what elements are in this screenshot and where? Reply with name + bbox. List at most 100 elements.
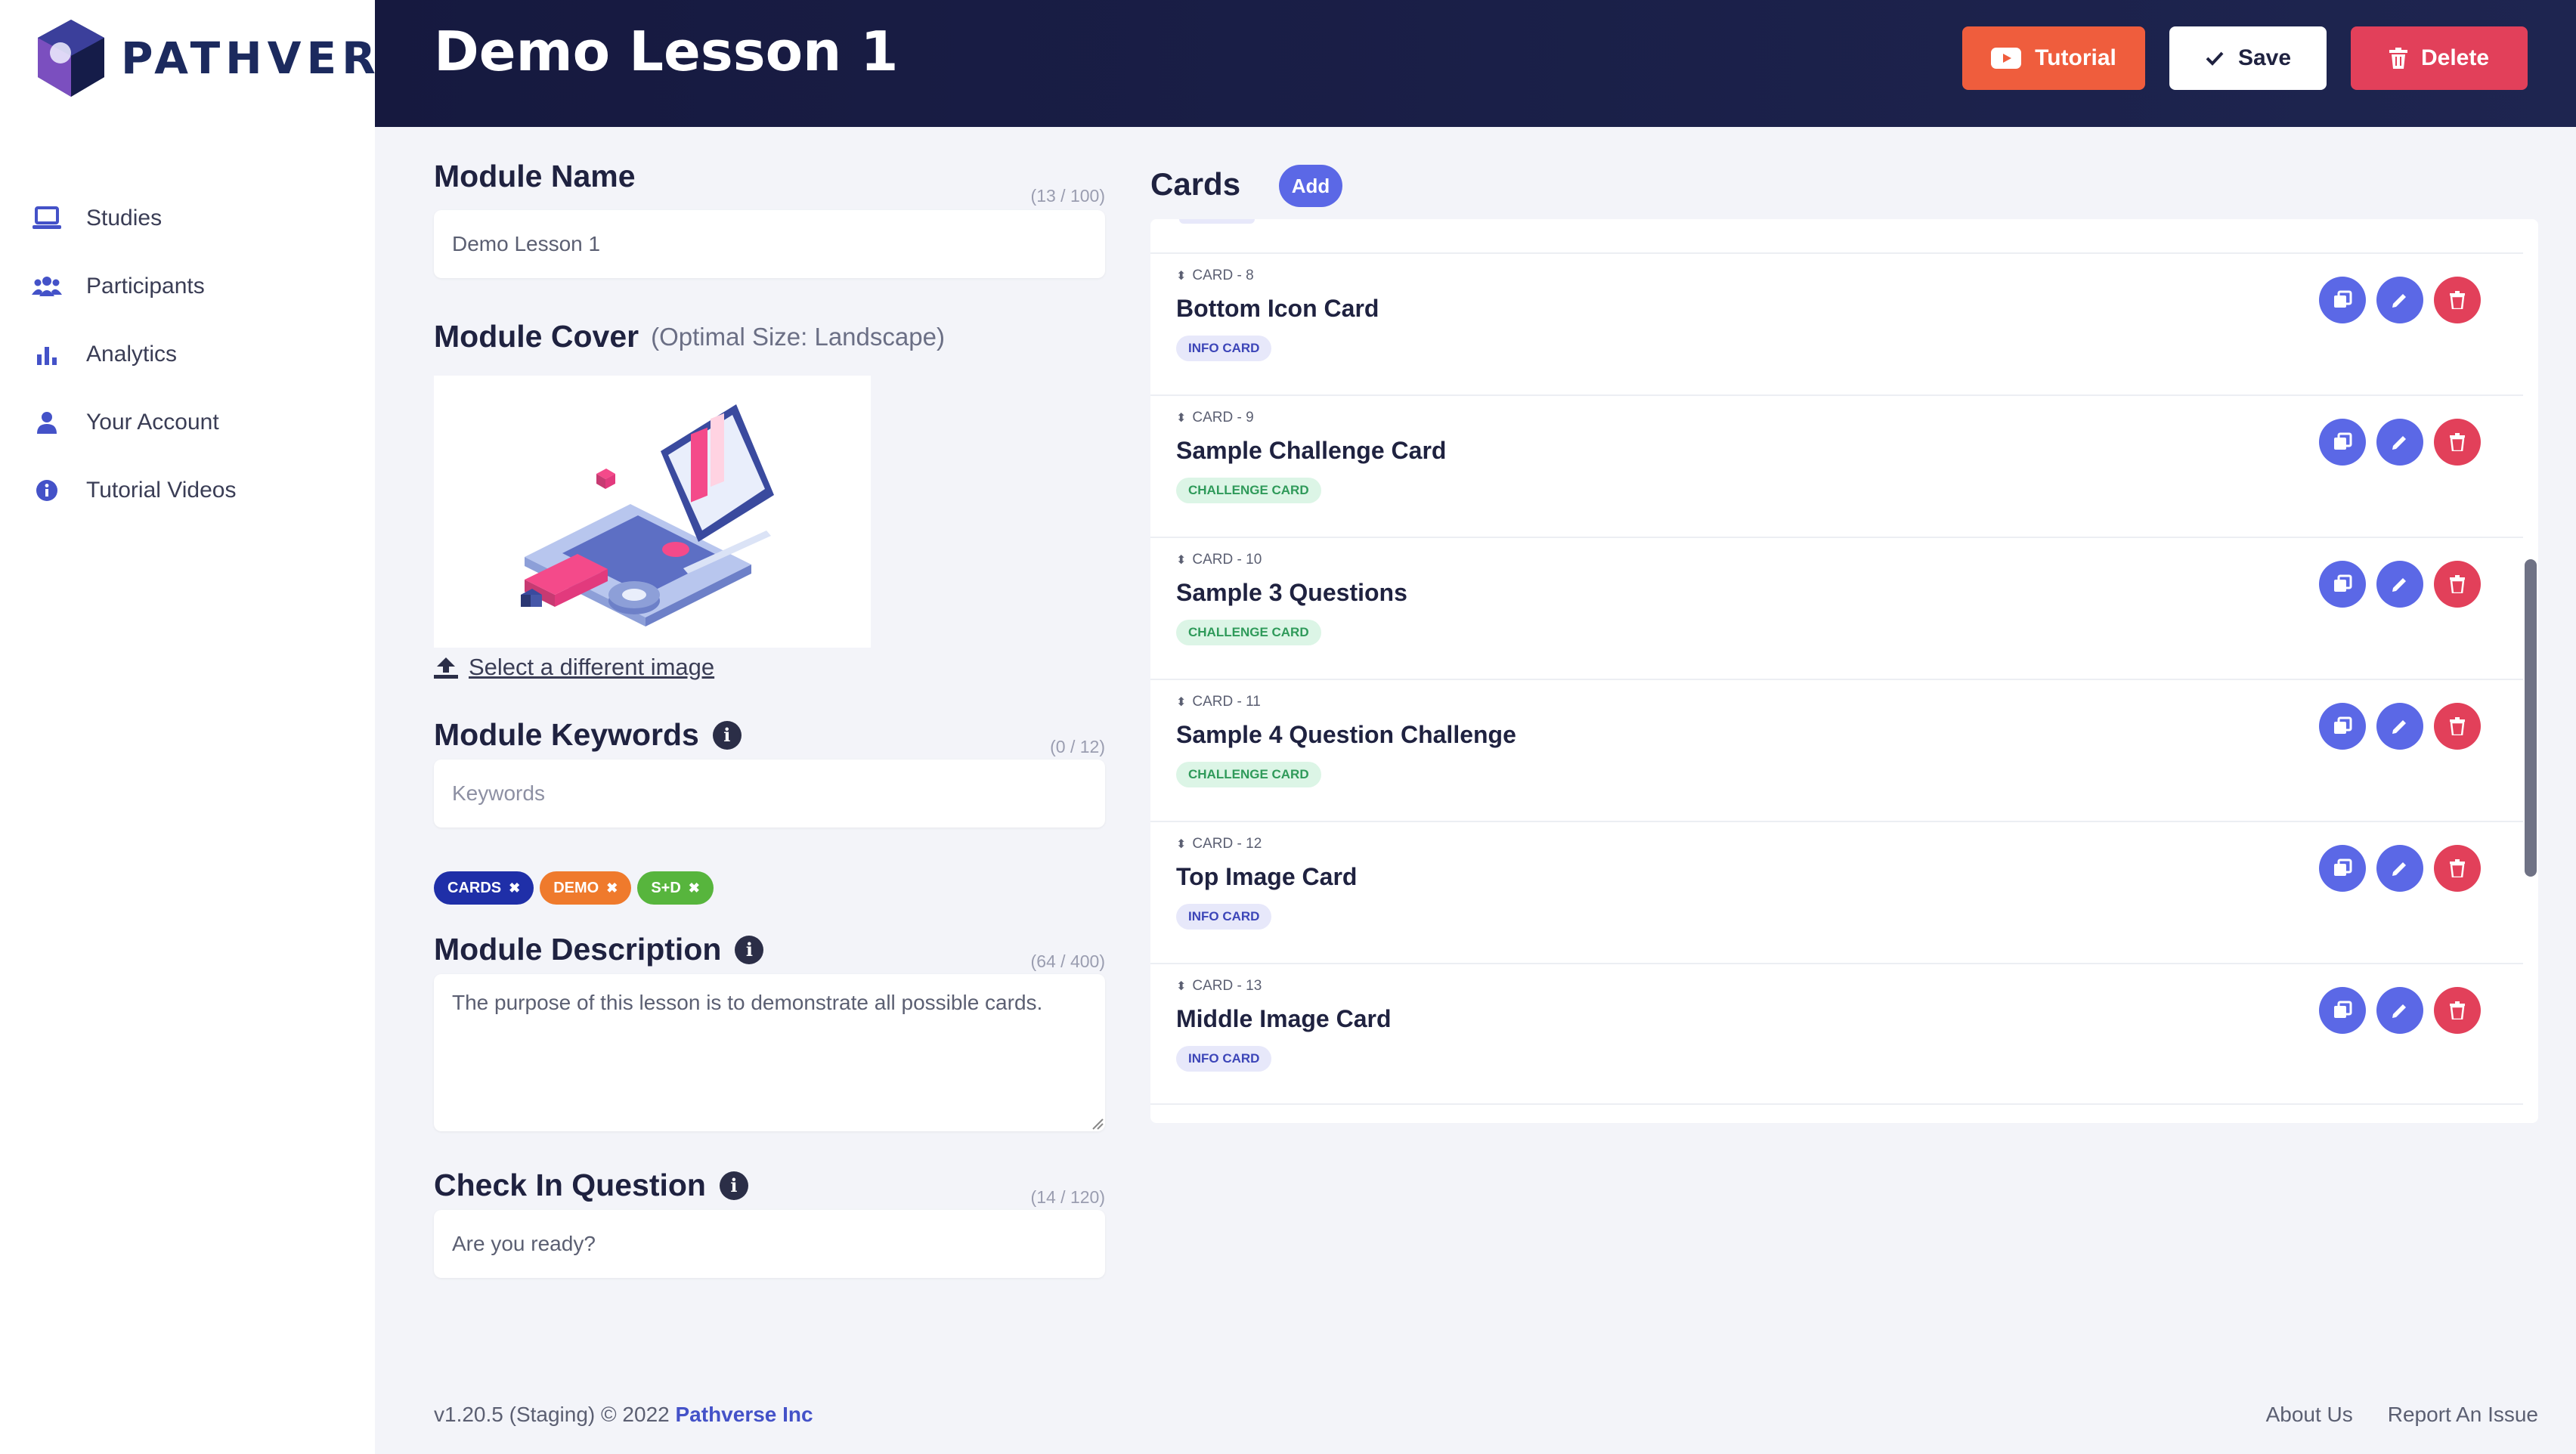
drag-handle-icon[interactable]: ⬍ xyxy=(1176,552,1186,568)
duplicate-card-button[interactable] xyxy=(2319,277,2366,323)
check-in-input[interactable]: Are you ready? xyxy=(434,1210,1105,1278)
scrollbar-thumb[interactable] xyxy=(2525,559,2537,877)
footer-copyright: v1.20.5 (Staging) © 2022 Pathverse Inc xyxy=(434,1403,813,1427)
delete-card-button[interactable] xyxy=(2434,845,2481,892)
card-title: Bottom Icon Card xyxy=(1176,295,1379,322)
cards-list[interactable]: ⬍ CARD - 8 Bottom Icon Card INFO CARD ⬍ CA… xyxy=(1150,219,2538,1123)
select-different-image-link[interactable]: Select a different image xyxy=(434,654,1105,681)
duplicate-card-button[interactable] xyxy=(2319,987,2366,1034)
drag-handle-icon[interactable]: ⬍ xyxy=(1176,268,1186,283)
delete-card-button[interactable] xyxy=(2434,277,2481,323)
sidebar-item-label: Tutorial Videos xyxy=(86,478,237,503)
edit-card-button[interactable] xyxy=(2376,419,2423,466)
module-form: Module Name (13 / 100) Demo Lesson 1 Mod… xyxy=(434,159,1105,1278)
module-cover-image xyxy=(434,376,871,648)
card-number-label: CARD - 9 xyxy=(1192,410,1254,425)
list-item[interactable]: ⬍ CARD - 9 Sample Challenge Card CHALLENG… xyxy=(1150,394,2523,537)
module-name-input[interactable]: Demo Lesson 1 xyxy=(434,210,1105,278)
keyword-tag[interactable]: S+D ✖ xyxy=(637,871,714,905)
keywords-input[interactable]: Keywords xyxy=(434,759,1105,828)
copy-icon xyxy=(2334,432,2352,450)
cards-heading: Cards xyxy=(1150,166,1241,202)
report-issue-link[interactable]: Report An Issue xyxy=(2388,1403,2538,1427)
sidebar-nav: Studies Participants Analytics Your Acco… xyxy=(32,184,236,524)
drag-handle-icon[interactable]: ⬍ xyxy=(1176,979,1186,994)
duplicate-card-button[interactable] xyxy=(2319,419,2366,466)
bar-chart-icon xyxy=(32,339,62,370)
remove-tag-icon[interactable]: ✖ xyxy=(606,880,618,896)
list-item[interactable]: ⬍ CARD - 10 Sample 3 Questions CHALLENGE … xyxy=(1150,537,2523,679)
delete-button-label: Delete xyxy=(2420,45,2490,70)
trash-icon xyxy=(2450,717,2465,735)
trash-icon xyxy=(2450,575,2465,593)
resize-handle-icon[interactable] xyxy=(1091,1118,1104,1130)
drag-handle-icon[interactable]: ⬍ xyxy=(1176,837,1186,852)
sidebar-item-studies[interactable]: Studies xyxy=(32,184,236,252)
sidebar-item-your-account[interactable]: Your Account xyxy=(32,388,236,456)
info-icon[interactable]: i xyxy=(712,720,742,750)
drag-handle-icon[interactable]: ⬍ xyxy=(1176,695,1186,710)
sidebar-item-analytics[interactable]: Analytics xyxy=(32,320,236,388)
save-button[interactable]: Save xyxy=(2169,26,2327,90)
card-actions xyxy=(2319,703,2481,750)
duplicate-card-button[interactable] xyxy=(2319,561,2366,608)
trash-icon xyxy=(2450,859,2465,877)
edit-card-button[interactable] xyxy=(2376,561,2423,608)
cube-logo-icon xyxy=(38,20,104,97)
list-item[interactable]: ⬍ CARD - 11 Sample 4 Question Challenge C… xyxy=(1150,679,2523,821)
delete-card-button[interactable] xyxy=(2434,703,2481,750)
list-item[interactable]: ⬍ CARD - 13 Middle Image Card INFO CARD xyxy=(1150,963,2523,1105)
keywords-counter: (0 / 12) xyxy=(1050,737,1105,756)
cards-scrollbar[interactable] xyxy=(2523,219,2538,1123)
edit-card-button[interactable] xyxy=(2376,987,2423,1034)
sidebar-item-participants[interactable]: Participants xyxy=(32,252,236,320)
info-icon[interactable]: i xyxy=(719,1171,748,1200)
module-name-label: Module Name xyxy=(434,159,636,193)
laptop-illustration-icon xyxy=(521,404,774,626)
card-type-badge: INFO CARD xyxy=(1176,1046,1272,1072)
trash-icon xyxy=(2389,48,2407,69)
upload-icon xyxy=(434,657,458,679)
edit-card-button[interactable] xyxy=(2376,277,2423,323)
card-type-badge: INFO CARD xyxy=(1176,336,1272,361)
duplicate-card-button[interactable] xyxy=(2319,845,2366,892)
list-item[interactable]: ⬍ CARD - 8 Bottom Icon Card INFO CARD xyxy=(1150,252,2523,394)
edit-card-button[interactable] xyxy=(2376,703,2423,750)
add-card-button[interactable]: Add xyxy=(1279,165,1342,207)
keyword-tag[interactable]: DEMO ✖ xyxy=(540,871,632,905)
delete-button[interactable]: Delete xyxy=(2351,26,2528,90)
card-number-label: CARD - 13 xyxy=(1192,978,1262,994)
delete-card-button[interactable] xyxy=(2434,561,2481,608)
list-item[interactable]: ⬍ CARD - 12 Top Image Card INFO CARD xyxy=(1150,821,2523,963)
module-cover-title: Module Cover xyxy=(434,319,639,354)
card-title: Sample 3 Questions xyxy=(1176,579,1407,606)
check-in-counter: (14 / 120) xyxy=(1030,1187,1105,1207)
sidebar-item-tutorial-videos[interactable]: Tutorial Videos xyxy=(32,456,236,524)
keyword-tag-label: S+D xyxy=(651,879,681,896)
card-number: ⬍ CARD - 8 xyxy=(1176,268,1254,284)
card-number: ⬍ CARD - 10 xyxy=(1176,552,1262,568)
remove-tag-icon[interactable]: ✖ xyxy=(689,880,700,896)
module-name-counter: (13 / 100) xyxy=(1030,186,1105,206)
delete-card-button[interactable] xyxy=(2434,419,2481,466)
edit-card-button[interactable] xyxy=(2376,845,2423,892)
keyword-tag[interactable]: CARDS ✖ xyxy=(434,871,534,905)
description-label: Module Description i xyxy=(434,932,1105,967)
company-link[interactable]: Pathverse Inc xyxy=(676,1403,813,1426)
card-number-label: CARD - 11 xyxy=(1192,694,1261,710)
pencil-icon xyxy=(2392,720,2406,734)
duplicate-card-button[interactable] xyxy=(2319,703,2366,750)
tutorial-button[interactable]: Tutorial xyxy=(1962,26,2145,90)
trash-icon xyxy=(2450,291,2465,309)
info-icon[interactable]: i xyxy=(735,935,764,964)
drag-handle-icon[interactable]: ⬍ xyxy=(1176,410,1186,425)
about-us-link[interactable]: About Us xyxy=(2266,1403,2353,1427)
copy-icon xyxy=(2334,574,2352,592)
card-title: Sample 4 Question Challenge xyxy=(1176,721,1516,748)
top-header: Demo Lesson 1 Tutorial Save Delete xyxy=(375,0,2576,127)
description-textarea[interactable]: The purpose of this lesson is to demonst… xyxy=(434,974,1105,1131)
sidebar-item-label: Participants xyxy=(86,274,205,299)
remove-tag-icon[interactable]: ✖ xyxy=(509,880,520,896)
delete-card-button[interactable] xyxy=(2434,987,2481,1034)
trash-icon xyxy=(2450,433,2465,451)
